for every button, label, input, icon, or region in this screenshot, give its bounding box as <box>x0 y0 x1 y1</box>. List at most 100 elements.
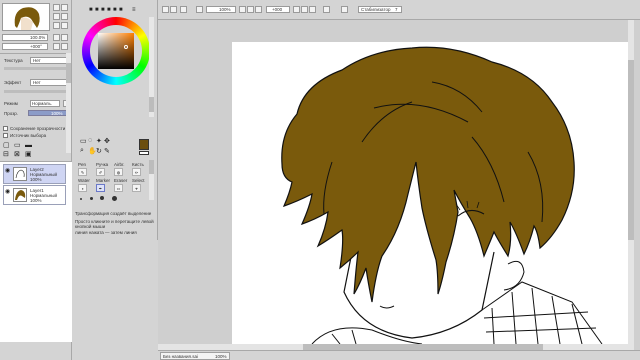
panel-menu-icon[interactable]: ≡ <box>132 7 136 13</box>
nav-zoom-minus-button[interactable] <box>53 34 60 41</box>
mode-select[interactable]: Нормаль. <box>30 100 60 107</box>
nav-flip-button[interactable] <box>61 22 68 29</box>
rgb-slider-icon[interactable]: ■ <box>95 7 99 13</box>
scratchpad-icon[interactable]: ■ <box>119 7 123 13</box>
delete-layer-icon[interactable]: ▣ <box>25 151 32 158</box>
new-layer-icon[interactable]: ▢ <box>3 142 10 149</box>
move-icon[interactable]: ✥ <box>104 137 110 145</box>
canvas-vertical-scrollbar[interactable] <box>628 20 634 350</box>
eraser-tool-button[interactable]: ▭ <box>114 184 123 192</box>
tool-label: Marker <box>96 178 111 183</box>
color-mode-icon[interactable]: ■ <box>89 7 93 13</box>
lasso-icon[interactable]: ◌ <box>88 137 92 144</box>
flip-vertical-button[interactable] <box>341 6 348 13</box>
nav-zoom-out-button[interactable] <box>61 4 68 11</box>
opacity-slider[interactable]: 100% <box>28 110 68 116</box>
zoom-icon[interactable]: ⌕ <box>80 147 84 155</box>
effect-value: Нет <box>33 80 41 85</box>
document-tab-zoom: 100% <box>215 354 227 359</box>
zoom-in-button[interactable] <box>247 6 254 13</box>
zoom-out-button[interactable] <box>239 6 246 13</box>
tool-hint-line: кнопкой мыши <box>75 224 106 229</box>
primary-color-swatch[interactable] <box>139 139 149 150</box>
nav-zoom-in-button[interactable] <box>53 4 60 11</box>
brush-size-dot[interactable] <box>90 197 93 200</box>
rotate-reset-button[interactable] <box>309 6 316 13</box>
saturation-value-square[interactable] <box>98 33 134 69</box>
rotate-icon[interactable]: ↻ <box>96 147 102 155</box>
select-rect-icon[interactable]: ▭ <box>80 137 87 145</box>
layer-scrollbar[interactable] <box>66 53 71 153</box>
texture-slider[interactable] <box>4 67 68 70</box>
nav-angle-minus-button[interactable] <box>53 43 60 50</box>
show-selection-button[interactable] <box>196 6 203 13</box>
drawing-canvas[interactable] <box>232 42 628 344</box>
angle-value: +000 <box>272 7 283 12</box>
selection-tools: ▭ ◌ ✦ ✥ ⌕ ✋ ↻ ✎ <box>78 137 138 159</box>
watercolor-tool-button[interactable]: ◑ <box>78 184 87 192</box>
layer-row-selected[interactable]: ◉ Layer2 Нормальный 100% <box>3 164 66 184</box>
angle-field[interactable]: +000 <box>266 6 290 13</box>
rotate-left-button[interactable] <box>293 6 300 13</box>
airbrush-tool-button[interactable]: ◍ <box>114 168 123 176</box>
eyedropper-icon[interactable]: ✎ <box>104 147 110 155</box>
deselect-button[interactable] <box>162 6 169 13</box>
brush-size-dot[interactable] <box>80 198 82 200</box>
secondary-color-swatch[interactable] <box>139 151 149 155</box>
clipping-checkbox[interactable] <box>3 133 8 138</box>
invert-selection-button[interactable] <box>180 6 187 13</box>
document-tab[interactable]: Без названия.sai 100% <box>160 352 230 360</box>
nav-zoom-field[interactable]: 100.0% <box>2 34 48 41</box>
flip-horizontal-button[interactable] <box>323 6 330 13</box>
new-set-icon[interactable]: ▭ <box>14 142 21 149</box>
nav-rotate-right-button[interactable] <box>61 13 68 20</box>
layer-scrollbar-thumb[interactable] <box>66 63 71 83</box>
swatches-icon[interactable]: ■ <box>113 7 117 13</box>
color-scrollbar-thumb[interactable] <box>149 97 154 112</box>
stabilizer-field[interactable]: Стабилизатор 7 <box>358 6 402 13</box>
color-scrollbar[interactable] <box>149 17 154 117</box>
nav-rotate-left-button[interactable] <box>53 13 60 20</box>
brush-size-dot[interactable] <box>100 196 104 200</box>
magic-wand-icon[interactable]: ✦ <box>96 137 102 145</box>
texture-select[interactable]: Нет <box>30 57 68 64</box>
canvas-vertical-scrollbar-thumb[interactable] <box>628 60 634 240</box>
pen-tool-button[interactable]: ✎ <box>78 168 87 176</box>
stabilizer-value: 7 <box>395 7 398 12</box>
visibility-eye-icon[interactable]: ◉ <box>5 167 10 174</box>
nav-angle-plus-button[interactable] <box>61 43 68 50</box>
hsv-slider-icon[interactable]: ■ <box>101 7 105 13</box>
preserve-opacity-checkbox[interactable] <box>3 126 8 131</box>
tool-label: Airbr. <box>114 162 125 167</box>
tool-label: Кисть <box>132 162 144 167</box>
merge-down-icon[interactable]: ⊟ <box>3 151 9 158</box>
left-panel: 100.0% +000° Текстура Нет Эффект Нет Реж… <box>0 0 72 360</box>
folder-icon[interactable]: ▬ <box>25 142 32 149</box>
layer-lineart-preview <box>15 169 25 179</box>
tool-scrollbar-thumb[interactable] <box>149 160 154 174</box>
artwork <box>281 46 603 344</box>
nav-reset-button[interactable] <box>53 22 60 29</box>
pencil-tool-button[interactable]: ✐ <box>96 168 105 176</box>
tool-scrollbar[interactable] <box>149 160 154 200</box>
select-all-button[interactable] <box>170 6 177 13</box>
rotate-right-button[interactable] <box>301 6 308 13</box>
marker-tool-button[interactable]: ✒ <box>96 184 105 192</box>
bottom-bar: Без названия.sai 100% <box>158 350 640 360</box>
effect-slider[interactable] <box>4 90 68 93</box>
nav-zoom-plus-button[interactable] <box>61 34 68 41</box>
layer-row[interactable]: ◉ Layer1 Нормальный 100% <box>3 185 66 205</box>
effect-select[interactable]: Нет <box>30 79 68 86</box>
navigator-thumbnail[interactable] <box>2 3 50 31</box>
mode-value: Нормаль. <box>32 101 53 106</box>
brush-size-dot[interactable] <box>112 196 117 201</box>
visibility-eye-icon[interactable]: ◉ <box>5 188 10 195</box>
nav-angle-field[interactable]: +000° <box>2 43 48 50</box>
mixer-icon[interactable]: ■ <box>107 7 111 13</box>
zoom-reset-button[interactable] <box>255 6 262 13</box>
clear-layer-icon[interactable]: ⊠ <box>14 151 20 158</box>
brush-tool-button[interactable]: ✏ <box>132 168 141 176</box>
select-pen-tool-button[interactable]: ⌖ <box>132 184 141 192</box>
clipping-label: Источник выбора <box>10 133 47 138</box>
zoom-field[interactable]: 100% <box>206 6 236 13</box>
